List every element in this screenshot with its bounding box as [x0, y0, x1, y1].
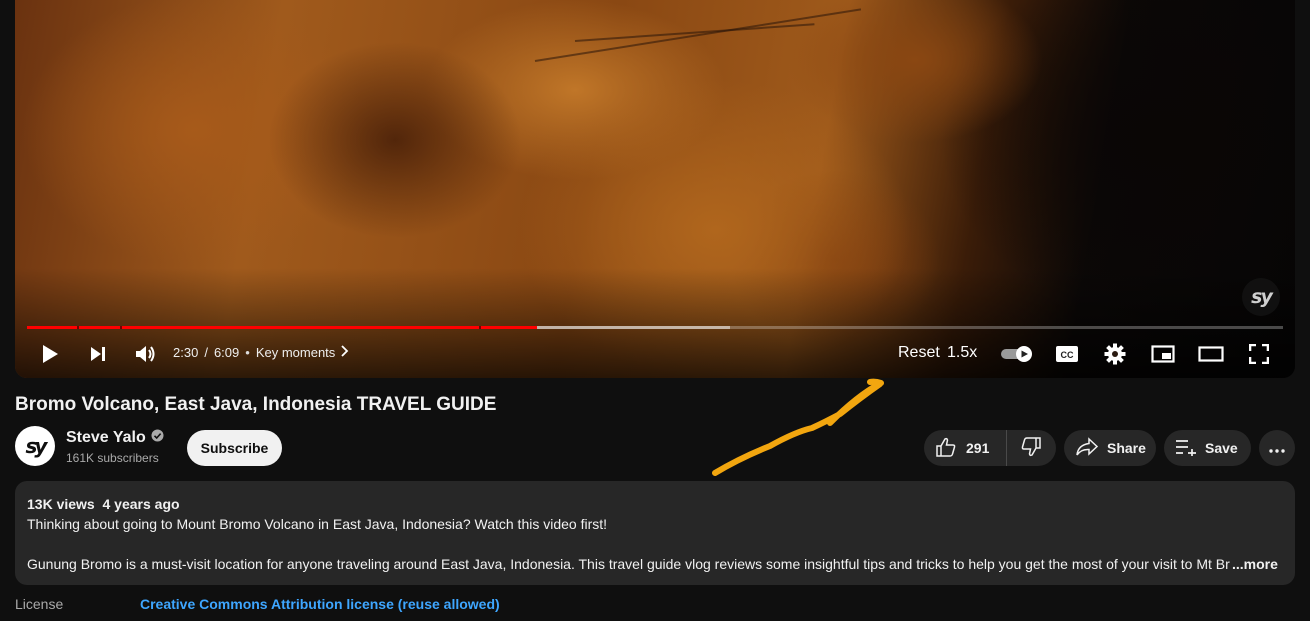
volume-icon[interactable]	[132, 341, 160, 367]
channel-name-text[interactable]: Steve Yalo	[66, 429, 146, 447]
description-line: Thinking about going to Mount Bromo Volc…	[27, 516, 608, 532]
subscribe-button[interactable]: Subscribe	[187, 430, 282, 466]
miniplayer-icon[interactable]	[1149, 342, 1177, 366]
chevron-right-icon[interactable]	[341, 345, 349, 360]
video-title: Bromo Volcano, East Java, Indonesia TRAV…	[15, 394, 497, 415]
time-total: 6:09	[213, 345, 240, 360]
settings-icon[interactable]	[1102, 342, 1128, 366]
key-moments-label[interactable]: Key moments	[256, 345, 335, 360]
thumbs-up-icon	[935, 437, 957, 460]
like-button[interactable]: 291	[924, 430, 1007, 466]
terrain-ridge	[534, 8, 862, 62]
autoplay-toggle[interactable]	[1000, 344, 1036, 364]
license-link[interactable]: Creative Commons Attribution license (re…	[140, 596, 500, 612]
captions-icon[interactable]: CC	[1054, 342, 1080, 366]
license-label: License	[15, 596, 64, 612]
play-icon[interactable]	[37, 341, 63, 367]
progress-bar[interactable]	[27, 326, 1283, 329]
description-meta: 13K views 4 years ago	[27, 496, 180, 512]
save-button[interactable]: Save	[1164, 430, 1251, 466]
chapter-marker	[119, 326, 122, 329]
chapter-marker	[77, 326, 80, 329]
svg-text:CC: CC	[1061, 350, 1074, 360]
speed-indicator[interactable]: 1.5x	[947, 344, 977, 362]
avatar[interactable]: sy	[15, 426, 55, 466]
description-line: Gunung Bromo is a must-visit location fo…	[27, 556, 1230, 572]
channel-watermark[interactable]: sy	[1242, 278, 1280, 316]
fullscreen-icon[interactable]	[1246, 342, 1272, 366]
dot-separator: •	[245, 345, 250, 360]
annotation-arrow-icon	[712, 378, 884, 476]
upload-age: 4 years ago	[102, 496, 180, 512]
reset-speed-button[interactable]: Reset	[898, 344, 940, 362]
time-display: 2:30 / 6:09 • Key moments	[173, 345, 349, 360]
more-actions-button[interactable]	[1259, 430, 1295, 466]
playlist-add-icon	[1175, 438, 1197, 459]
video-player[interactable]: sy 2:30 / 6:09 • Key moments Reset 1.5x	[15, 0, 1295, 378]
channel-name[interactable]: Steve Yalo	[66, 429, 164, 447]
chapter-marker	[479, 326, 482, 329]
share-label: Share	[1107, 440, 1146, 456]
verified-icon	[151, 429, 164, 447]
theater-icon[interactable]	[1197, 342, 1225, 366]
progress-played	[27, 326, 537, 329]
subscriber-count: 161K subscribers	[66, 451, 159, 465]
terrain-ridge	[574, 23, 815, 42]
view-count: 13K views	[27, 496, 95, 512]
more-vert-icon	[1269, 440, 1285, 456]
time-current: 2:30	[173, 345, 199, 360]
description-box[interactable]: 13K views 4 years ago Thinking about goi…	[15, 481, 1295, 585]
share-icon	[1075, 436, 1099, 460]
player-controls: 2:30 / 6:09 • Key moments Reset 1.5x CC	[15, 335, 1295, 373]
save-label: Save	[1205, 440, 1238, 456]
dislike-button[interactable]	[1007, 430, 1055, 466]
thumbs-down-icon	[1020, 436, 1042, 460]
time-separator: /	[204, 345, 208, 360]
show-more-button[interactable]: ...more	[1232, 556, 1278, 572]
like-dislike-group: 291	[924, 430, 1056, 466]
share-button[interactable]: Share	[1064, 430, 1156, 466]
next-icon[interactable]	[85, 341, 111, 367]
like-count: 291	[966, 440, 990, 456]
